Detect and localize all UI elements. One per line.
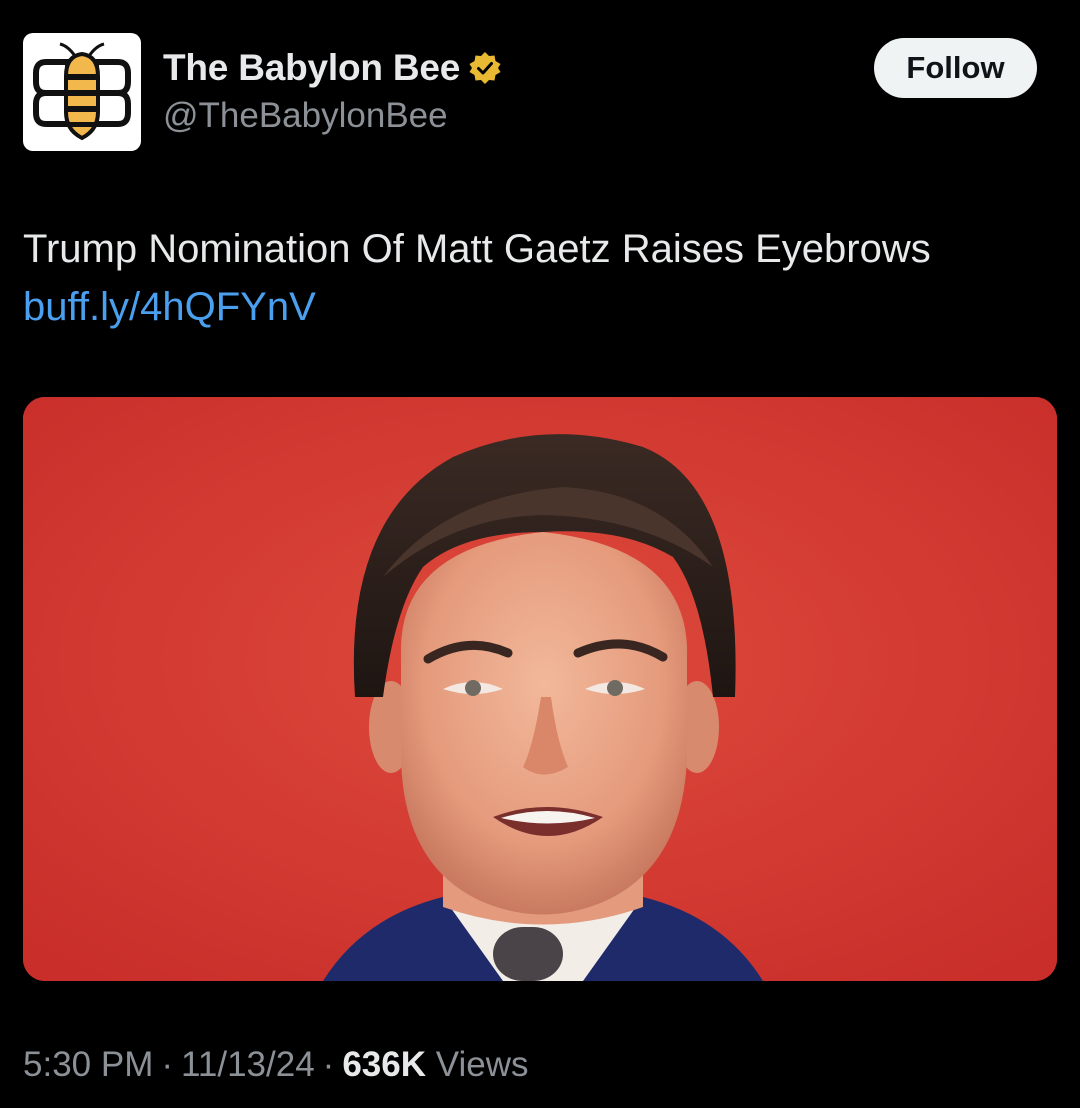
media-photo bbox=[23, 397, 1057, 981]
tweet: The Babylon Bee @TheBabylonBee Follow Tr… bbox=[0, 0, 1080, 1108]
meta-separator: · bbox=[322, 1045, 335, 1084]
views-label: Views bbox=[435, 1045, 529, 1084]
author-display-name[interactable]: The Babylon Bee bbox=[163, 47, 460, 89]
avatar[interactable] bbox=[23, 33, 141, 151]
meta-separator: · bbox=[161, 1045, 174, 1084]
views-count: 636K bbox=[342, 1045, 426, 1084]
tweet-meta: 5:30 PM · 11/13/24 · 636K Views bbox=[23, 1040, 528, 1090]
tweet-date[interactable]: 11/13/24 bbox=[181, 1045, 315, 1084]
tweet-text: Trump Nomination Of Matt Gaetz Raises Ey… bbox=[23, 227, 931, 271]
follow-button[interactable]: Follow bbox=[874, 38, 1037, 98]
tweet-link[interactable]: buff.ly/4hQFYnV bbox=[23, 280, 316, 334]
verified-badge-icon bbox=[469, 52, 501, 84]
babylon-bee-logo-icon bbox=[33, 42, 131, 141]
tweet-media-image[interactable] bbox=[23, 397, 1057, 981]
author-handle[interactable]: @TheBabylonBee bbox=[163, 96, 448, 136]
tweet-time[interactable]: 5:30 PM bbox=[23, 1045, 153, 1084]
author-name-row: The Babylon Bee bbox=[163, 46, 502, 90]
